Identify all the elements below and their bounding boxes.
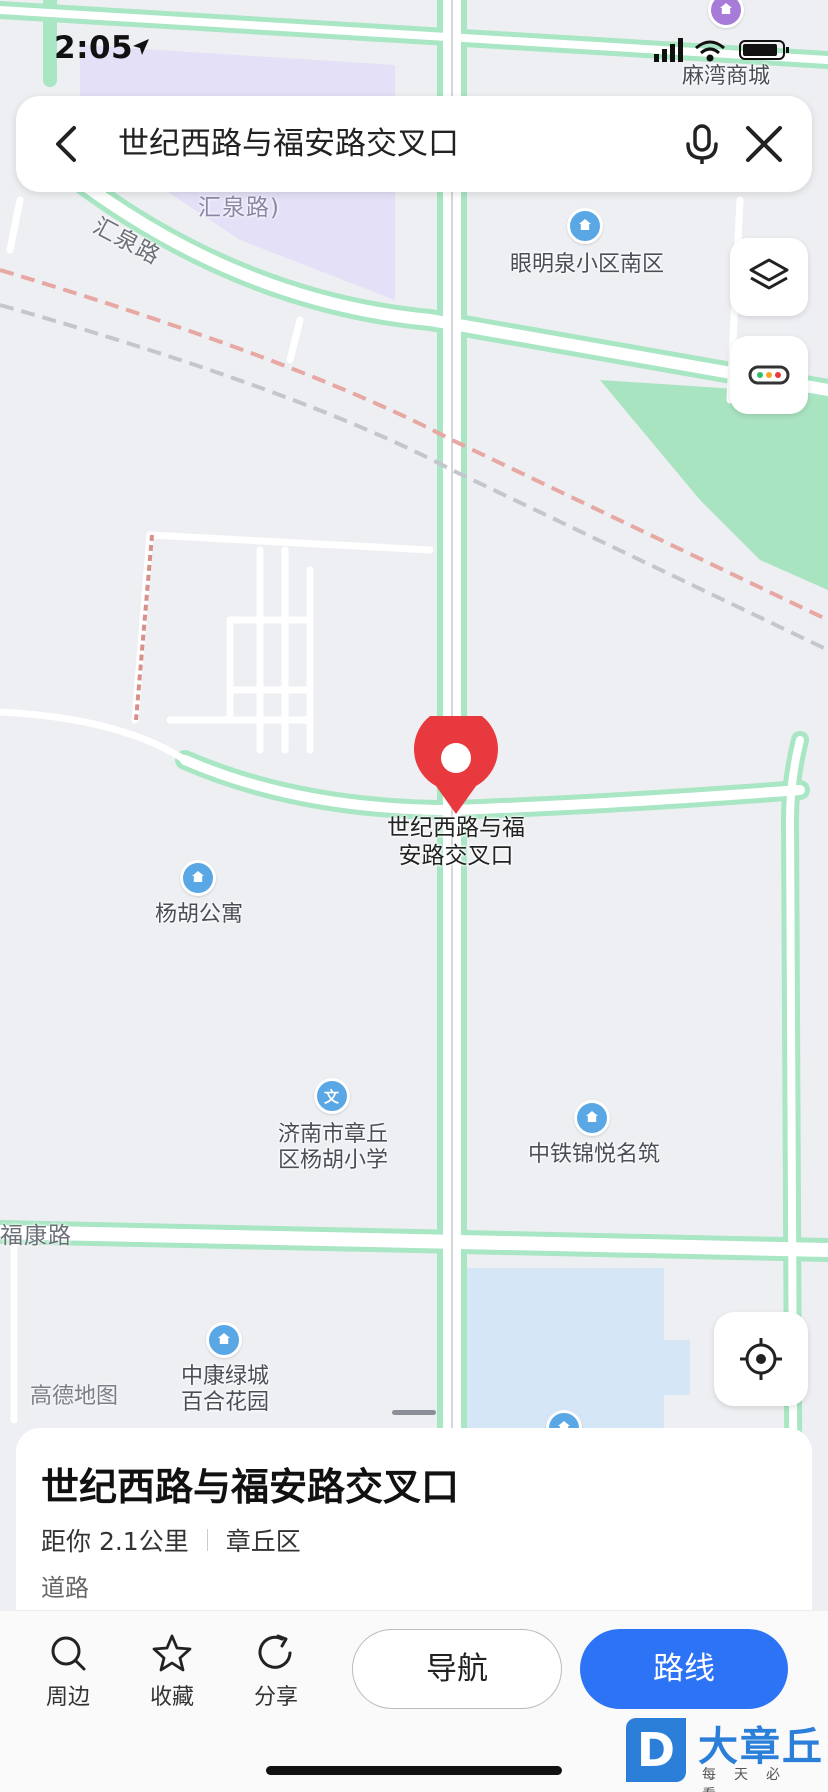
poi-label-zhongkang[interactable]: 中康绿城 百合花园 — [181, 1364, 269, 1416]
home-indicator[interactable] — [266, 1766, 562, 1775]
brand-logo-icon: D — [626, 1718, 686, 1782]
status-time: 2:05 — [54, 30, 134, 66]
close-icon[interactable] — [738, 118, 790, 170]
brand-watermark: D 大章丘 每天必看 — [626, 1718, 826, 1792]
battery-icon — [739, 40, 789, 60]
microphone-icon[interactable] — [676, 118, 728, 170]
road-label-fukang: 福康路 — [0, 1223, 72, 1249]
residential-poi-icon[interactable] — [574, 1100, 610, 1136]
residential-poi-icon[interactable] — [206, 1322, 242, 1358]
marker-label: 世纪西路与福 安路交叉口 — [387, 815, 525, 869]
share-icon — [258, 1634, 292, 1669]
place-title: 世纪西路与福安路交叉口 — [41, 1465, 460, 1509]
poi-label-yanmingquan[interactable]: 眼明泉小区南区 — [510, 252, 664, 278]
status-icons — [654, 38, 789, 62]
route-button[interactable]: 路线 — [580, 1629, 788, 1709]
place-type: 道路 — [41, 1574, 89, 1602]
poi-label-yanghu-apartment[interactable]: 杨胡公寓 — [155, 902, 243, 928]
poi-label-mawan[interactable]: 麻湾商城 — [682, 64, 770, 90]
map-watermark: 高德地图 — [30, 1384, 119, 1409]
brand-slogan: 每天必看 — [702, 1767, 798, 1792]
share-label: 分享 — [253, 1685, 298, 1710]
poi-label-yanghu-school[interactable]: 济南市章丘 区杨胡小学 — [278, 1122, 388, 1174]
search-input[interactable]: 世纪西路与福安路交叉口 — [118, 122, 459, 166]
signal-icon — [654, 38, 683, 62]
share-button[interactable]: 分享 — [236, 1633, 316, 1711]
layers-icon — [749, 258, 789, 290]
locate-button[interactable] — [714, 1312, 808, 1406]
place-distance: 距你 2.1公里 — [41, 1527, 189, 1556]
sheet-drag-handle[interactable] — [392, 1410, 436, 1415]
star-icon — [152, 1634, 192, 1672]
traffic-icon — [748, 365, 790, 385]
wifi-icon — [695, 40, 725, 62]
back-icon[interactable] — [46, 122, 86, 166]
meta-divider — [206, 1529, 208, 1551]
favorite-label: 收藏 — [149, 1685, 194, 1710]
residential-poi-icon[interactable] — [567, 208, 603, 244]
school-poi-icon[interactable] — [314, 1078, 350, 1114]
location-marker-icon[interactable] — [411, 716, 501, 816]
locate-icon — [740, 1338, 782, 1380]
place-district: 章丘区 — [225, 1527, 301, 1556]
layers-button[interactable] — [730, 238, 808, 316]
search-bar[interactable]: 世纪西路与福安路交叉口 — [16, 96, 812, 192]
navigate-button[interactable]: 导航 — [352, 1629, 562, 1709]
poi-label-zhongtie[interactable]: 中铁锦悦名筑 — [528, 1142, 660, 1168]
nearby-button[interactable]: 周边 — [28, 1633, 108, 1711]
favorite-button[interactable]: 收藏 — [132, 1633, 212, 1711]
search-icon — [51, 1636, 86, 1671]
traffic-button[interactable] — [730, 336, 808, 414]
nearby-label: 周边 — [45, 1685, 90, 1710]
road-label-partial: 汇泉路) — [198, 195, 280, 221]
residential-poi-icon[interactable] — [180, 860, 216, 896]
place-detail-sheet[interactable]: 世纪西路与福安路交叉口 距你 2.1公里 章丘区 道路 — [16, 1428, 812, 1618]
location-arrow-icon — [133, 39, 149, 55]
place-meta: 距你 2.1公里 章丘区 — [41, 1522, 301, 1558]
